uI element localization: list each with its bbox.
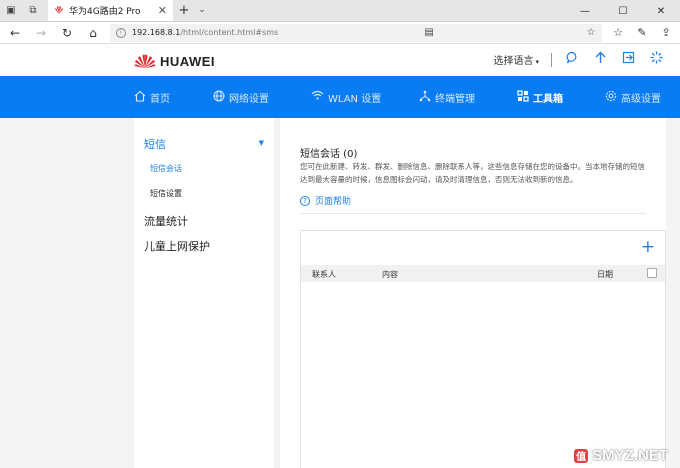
new-message-plus-icon[interactable]: + bbox=[641, 237, 655, 257]
toolbox-grid-icon bbox=[517, 89, 529, 105]
url-path: /html/content.html#sms bbox=[180, 28, 279, 37]
page-title: 短信会话 (0) bbox=[300, 149, 358, 160]
nav-advanced-label: 高级设置 bbox=[621, 93, 661, 105]
huawei-logo[interactable]: HUAWEI bbox=[134, 53, 215, 69]
update-arrow-icon[interactable] bbox=[592, 51, 608, 68]
watermark-text: SMYZ.NET bbox=[592, 447, 668, 464]
close-tab-icon[interactable]: ✕ bbox=[158, 4, 167, 17]
home-icon[interactable]: ⌂ bbox=[80, 22, 106, 44]
nav-network-settings[interactable]: 网络设置 bbox=[213, 76, 269, 118]
page-help-label: 页面帮助 bbox=[315, 197, 352, 207]
sidebar-item-sms-settings[interactable]: 短信设置 bbox=[150, 188, 182, 199]
loading-spinner-icon bbox=[648, 51, 664, 68]
refresh-icon[interactable]: ↻ bbox=[54, 22, 80, 44]
favorite-star-icon[interactable]: ☆ bbox=[580, 27, 602, 38]
sidebar-sms-label: 短信 bbox=[144, 138, 166, 151]
tab-preview-chevron-icon[interactable]: ⌄ bbox=[195, 0, 209, 21]
address-toolbar: ← → ↻ ⌂ i 192.168.8.1/html/content.html#… bbox=[0, 22, 680, 44]
sidebar-item-child-protection[interactable]: 儿童上网保护 bbox=[144, 238, 210, 254]
sidebar-item-traffic-stats[interactable]: 流量统计 bbox=[144, 213, 188, 229]
section-divider bbox=[300, 213, 646, 214]
sms-list-panel: + 联系人 内容 日期 bbox=[300, 230, 666, 468]
tab-manager-icon[interactable]: ▣ bbox=[0, 0, 22, 21]
nav-home-label: 首页 bbox=[150, 93, 170, 105]
site-info-icon[interactable]: i bbox=[116, 27, 126, 38]
sidebar: 短信 ▼ 短信会话 短信设置 流量统计 儿童上网保护 bbox=[134, 118, 274, 468]
header-actions: 选择语言 ▾ bbox=[493, 51, 664, 68]
nav-network-label: 网络设置 bbox=[229, 93, 269, 105]
sidebar-item-sms-chat[interactable]: 短信会话 bbox=[150, 163, 182, 174]
caret-down-icon: ▼ bbox=[258, 139, 264, 147]
url-host: 192.168.8.1 bbox=[132, 28, 181, 37]
nav-toolbox-label: 工具箱 bbox=[533, 93, 563, 105]
new-tab-button[interactable]: + bbox=[173, 0, 195, 21]
column-content[interactable]: 内容 bbox=[382, 269, 398, 280]
header-divider bbox=[551, 52, 552, 67]
watermark-badge: 值 bbox=[574, 448, 589, 463]
huawei-flower-icon bbox=[134, 54, 156, 69]
caret-down-icon: ▾ bbox=[535, 58, 539, 66]
home-icon bbox=[134, 90, 146, 105]
favorites-bar-icon[interactable]: ☆ bbox=[606, 22, 630, 44]
close-window-icon[interactable]: ✕ bbox=[642, 0, 680, 22]
sms-table-header: 联系人 内容 日期 bbox=[301, 265, 665, 282]
nav-terminal-management[interactable]: 终端管理 bbox=[419, 76, 475, 118]
brand-name: HUAWEI bbox=[160, 53, 215, 69]
logout-icon[interactable] bbox=[620, 51, 636, 68]
message-bubble-icon[interactable] bbox=[564, 51, 580, 68]
question-icon: ? bbox=[300, 195, 310, 206]
gear-icon bbox=[605, 90, 617, 105]
nav-advanced-settings[interactable]: 高级设置 bbox=[605, 76, 661, 118]
share-icon[interactable]: ⇪ bbox=[654, 22, 678, 44]
browser-tab-bar: ▣ ⧉ 华为4G路由2 Pro ✕ + ⌄ — ☐ ✕ bbox=[0, 0, 680, 22]
wifi-icon bbox=[311, 90, 324, 104]
set-aside-tabs-icon[interactable]: ⧉ bbox=[22, 0, 44, 21]
nav-home[interactable]: 首页 bbox=[134, 76, 170, 118]
globe-icon bbox=[213, 90, 225, 105]
reading-view-icon[interactable]: ▤ bbox=[418, 27, 440, 38]
nav-toolbox[interactable]: 工具箱 bbox=[517, 76, 563, 118]
column-contact[interactable]: 联系人 bbox=[312, 269, 336, 280]
pen-icon[interactable]: ✎ bbox=[630, 22, 654, 44]
nav-wlan-label: WLAN 设置 bbox=[328, 93, 382, 105]
watermark: 值 SMYZ.NET bbox=[574, 447, 668, 464]
huawei-favicon-icon bbox=[55, 6, 63, 14]
nav-wlan-settings[interactable]: WLAN 设置 bbox=[311, 76, 381, 118]
devices-icon bbox=[419, 90, 431, 105]
url-field[interactable]: i 192.168.8.1/html/content.html#sms ▤ ☆ bbox=[110, 23, 602, 42]
minimize-icon[interactable]: — bbox=[566, 0, 604, 22]
maximize-icon[interactable]: ☐ bbox=[604, 0, 642, 22]
page-help-link[interactable]: ? 页面帮助 bbox=[300, 194, 351, 207]
column-date[interactable]: 日期 bbox=[597, 269, 613, 280]
content-panel: 短信会话 (0) 您可在此新建、转发、群发、删除信息、删除联系人等，这些信息存储… bbox=[280, 118, 666, 468]
select-all-checkbox[interactable] bbox=[647, 268, 657, 278]
forward-icon[interactable]: → bbox=[28, 22, 54, 44]
sidebar-item-sms[interactable]: 短信 ▼ bbox=[144, 136, 264, 152]
window-controls: — ☐ ✕ bbox=[566, 0, 680, 22]
tab-title: 华为4G路由2 Pro bbox=[69, 6, 141, 17]
language-selector[interactable]: 选择语言 ▾ bbox=[493, 52, 539, 67]
main-area: 短信 ▼ 短信会话 短信设置 流量统计 儿童上网保护 短信会话 (0) 您可在此… bbox=[0, 118, 680, 468]
router-header: HUAWEI 选择语言 ▾ bbox=[0, 44, 680, 76]
back-icon[interactable]: ← bbox=[2, 22, 28, 44]
nav-terminal-label: 终端管理 bbox=[435, 93, 475, 105]
language-label: 选择语言 bbox=[493, 56, 534, 67]
browser-tab[interactable]: 华为4G路由2 Pro ✕ bbox=[48, 0, 173, 21]
main-nav-bar: 首页 网络设置 WLAN 设置 终端管理 工具箱 高级设置 bbox=[0, 76, 680, 118]
page-description: 您可在此新建、转发、群发、删除信息、删除联系人等，这些信息存储在您的设备中。当本… bbox=[300, 162, 645, 184]
